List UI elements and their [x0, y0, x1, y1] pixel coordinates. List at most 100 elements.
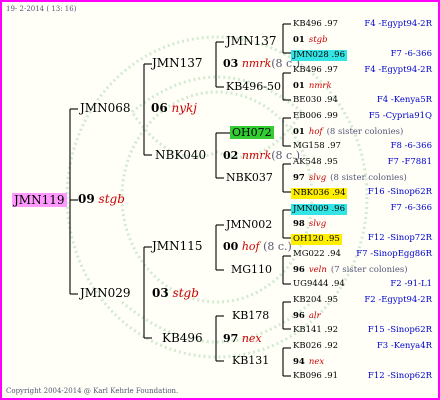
g3d-num: 97 [223, 332, 239, 345]
g4-0-bottom-name[interactable]: JMN028 .96 [291, 50, 347, 61]
g4-1-number: 01 nmrk [293, 82, 332, 91]
g4-7-number: 94 nex [293, 358, 324, 367]
g4-2-top-name[interactable]: EB006 .99 [293, 112, 338, 121]
g4-0-number: 01 stgb [293, 36, 328, 45]
g1-num: 09 [78, 192, 95, 206]
g1-number: 09 stgb [78, 193, 125, 205]
g4-4-num: 98 [293, 219, 305, 229]
g2a-top-name[interactable]: JMN137 [152, 57, 203, 69]
g4-5-num: 96 [293, 265, 305, 275]
g2b-top-name[interactable]: JMN115 [152, 240, 203, 252]
g3c-top-name[interactable]: JMN002 [226, 219, 272, 230]
g4-7-bottom-note: F12 -Sinop62R [367, 371, 432, 381]
g2a-queen: nykj [171, 101, 198, 115]
g3c-num: 00 [223, 240, 239, 253]
g4-3-top-note: F7 -F7881 [387, 157, 432, 167]
root-name[interactable]: JMN119 [12, 193, 67, 207]
g4-2-bottom-note: F8 -6-366 [390, 141, 432, 151]
g4-5-bottom-name[interactable]: UG9444 .94 [293, 280, 345, 289]
g4-3-number: 97 slvg (8 sister colonies) [293, 174, 407, 183]
g4-6-queen: alr [308, 311, 321, 321]
pedigree-frame: 19- 2-2014 ( 13: 16) JMN119 09 stgb JMN0… [0, 0, 440, 400]
g4-1-queen: nmrk [308, 81, 332, 91]
g3d-bottom-name[interactable]: KB131 [232, 355, 269, 366]
g4-5-top-note: F7 -SinopEgg86R [356, 249, 432, 259]
g4-6-top-note: F2 -Egypt94-2R [364, 295, 432, 305]
g4-4-top-note: F7 -6-366 [390, 203, 432, 213]
date-stamp: 19- 2-2014 ( 13: 16) [6, 5, 77, 13]
g4-5-bottom-note: F2 -91-L1 [390, 279, 432, 289]
g3c-number: 00 hof (8 c.) [223, 241, 292, 252]
g3a-num: 03 [223, 57, 239, 70]
g4-2-top-note: F5 -Cypria91Q [368, 111, 432, 121]
g4-6-num: 96 [293, 311, 305, 321]
g4-5-sister-note: (7 sister colonies) [330, 265, 408, 275]
g4-1-bottom-name[interactable]: BE030 .94 [293, 96, 338, 105]
g4-7-num: 94 [293, 357, 305, 367]
g4-4-top-name[interactable]: JMN009 .96 [291, 204, 347, 215]
g3a-queen: nmrk [241, 57, 272, 70]
g3c-bottom-name[interactable]: MG110 [231, 264, 272, 275]
g3a-number: 03 nmrk(8 c.) [223, 58, 300, 69]
g4-4-bottom-note: F12 -Sinop72R [367, 233, 432, 243]
g4-4-bottom-name[interactable]: OH120 .95 [291, 234, 342, 245]
g3c-queen: hof [241, 240, 260, 253]
g4-2-num: 01 [293, 127, 305, 137]
g4-2-sister-note: (8 sister colonies) [326, 127, 404, 137]
g4-3-top-name[interactable]: AK548 .95 [293, 158, 338, 167]
g3b-top-name[interactable]: OH072 [230, 126, 274, 139]
g4-6-top-name[interactable]: KB204 .95 [293, 296, 338, 305]
g4-5-number: 96 veln (7 sister colonies) [293, 266, 408, 275]
g4-0-top-note: F4 -Egypt94-2R [364, 19, 432, 29]
g4-0-queen: stgb [308, 35, 328, 45]
g4-1-bottom-note: F4 -Kenya5R [376, 95, 432, 105]
g3b-bottom-name[interactable]: NBK037 [226, 172, 273, 183]
g4-3-bottom-note: F16 -Sinop62R [367, 187, 432, 197]
g4-0-top-name[interactable]: KB496 .97 [293, 20, 338, 29]
g4-7-queen: nex [308, 357, 325, 367]
g4-2-bottom-name[interactable]: MG158 .97 [293, 142, 341, 151]
pedigree-lines [69, 23, 291, 377]
g2a-bottom-name[interactable]: NBK040 [155, 149, 206, 161]
g4-5-queen: veln [308, 265, 327, 275]
g4-4-number: 98 slvg [293, 220, 326, 229]
g4-0-bottom-note: F7 -6-366 [390, 49, 432, 59]
g4-2-number: 01 hof (8 sister colonies) [293, 128, 403, 137]
g4-6-bottom-name[interactable]: KB141 .92 [293, 326, 338, 335]
g4-6-number: 96 alr [293, 312, 321, 321]
g3d-queen: nex [241, 332, 262, 345]
g3c-note: (8 c.) [263, 240, 292, 253]
g2b-queen: stgb [172, 286, 199, 300]
g3b-number: 02 nmrk(8 c.) [223, 150, 300, 161]
g4-6-bottom-note: F15 -Sinop62R [367, 325, 432, 335]
g1-queen: stgb [98, 192, 125, 206]
g3a-bottom-name[interactable]: KB496-50 [226, 81, 281, 92]
g4-1-top-note: F4 -Egypt94-2R [364, 65, 432, 75]
g4-1-num: 01 [293, 81, 305, 91]
g3d-number: 97 nex [223, 333, 262, 344]
g4-7-top-note: F3 -Kenya4R [376, 341, 432, 351]
g4-1-top-name[interactable]: KB496 .97 [293, 66, 338, 75]
g4-4-queen: slvg [308, 219, 327, 229]
g3b-queen: nmrk [241, 149, 272, 162]
g4-3-bottom-name[interactable]: NBK036 .94 [291, 188, 348, 199]
g2b-bottom-name[interactable]: KB496 [162, 332, 203, 344]
g2b-num: 03 [152, 286, 169, 300]
g2b-number: 03 stgb [152, 287, 199, 299]
g4-7-bottom-name[interactable]: KB096 .91 [293, 372, 338, 381]
g2a-number: 06 nykj [151, 102, 197, 114]
g4-3-sister-note: (8 sister colonies) [330, 173, 407, 183]
g3a-top-name[interactable]: JMN137 [226, 35, 277, 47]
g4-3-queen: slvg [308, 173, 327, 183]
footer-copyright: Copyright 2004-2014 @ Karl Kehrle Founda… [6, 387, 179, 395]
g3b-num: 02 [223, 149, 239, 162]
g4-2-queen: hof [308, 127, 323, 137]
g4-5-top-name[interactable]: MG022 .94 [293, 250, 341, 259]
g4-7-top-name[interactable]: KB026 .92 [293, 342, 338, 351]
g1-top-name[interactable]: JMN068 [80, 102, 131, 114]
g1-bottom-name[interactable]: JMN029 [80, 287, 131, 299]
g4-3-num: 97 [293, 173, 305, 183]
g2a-num: 06 [151, 101, 168, 115]
g4-0-num: 01 [293, 35, 305, 45]
g3d-top-name[interactable]: KB178 [232, 310, 269, 321]
